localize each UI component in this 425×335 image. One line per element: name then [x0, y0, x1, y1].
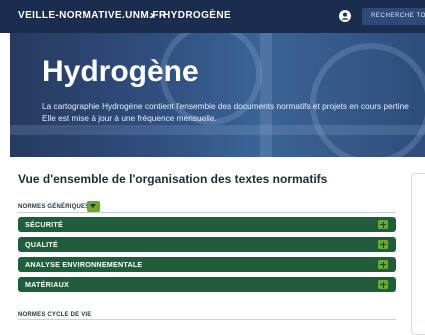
category-label: QUALITÉ: [25, 240, 58, 249]
group-label-lifecycle-standards: NORMES CYCLE DE VIE: [18, 312, 92, 318]
hero-description: La cartographie Hydrogène contient l'ens…: [42, 100, 425, 124]
hero-description-line: La cartographie Hydrogène contient l'ens…: [42, 101, 409, 111]
section-title: Vue d'ensemble de l'organisation des tex…: [18, 172, 328, 186]
group-label-generic-standards: NORMES GÉNÉRIQUES: [18, 204, 90, 210]
group-divider: [18, 212, 396, 213]
side-panel: [411, 173, 425, 335]
expand-plus-icon[interactable]: [378, 280, 388, 289]
expand-plus-icon[interactable]: [378, 260, 388, 269]
hero-background-pipe: [10, 125, 425, 135]
category-qualite[interactable]: QUALITÉ: [18, 237, 396, 252]
top-navbar: VEILLE-NORMATIVE.UNM.FR › HYDROGÈNE RECH…: [0, 0, 425, 33]
expand-plus-icon[interactable]: [378, 220, 388, 229]
hero-banner: Hydrogène La cartographie Hydrogène cont…: [10, 33, 425, 157]
category-label: ANALYSE ENVIRONNEMENTALE: [25, 260, 143, 269]
category-securite[interactable]: SÉCURITÉ: [18, 217, 396, 232]
collapse-toggle-button[interactable]: [87, 201, 100, 212]
category-label: SÉCURITÉ: [25, 220, 63, 229]
hero-background-pipe: [260, 33, 272, 157]
site-name-link[interactable]: VEILLE-NORMATIVE.UNM.FR: [18, 10, 166, 21]
user-account-icon[interactable]: [339, 10, 351, 22]
category-analyse-environnementale[interactable]: ANALYSE ENVIRONNEMENTALE: [18, 257, 396, 272]
category-materiaux[interactable]: MATÉRIAUX: [18, 277, 396, 292]
breadcrumb-current[interactable]: HYDROGÈNE: [163, 10, 231, 21]
category-label: MATÉRIAUX: [25, 280, 69, 289]
search-button[interactable]: RECHERCHE TO: [362, 8, 425, 25]
chevron-down-icon: [90, 204, 96, 208]
breadcrumb-separator: ›: [150, 8, 154, 22]
expand-plus-icon[interactable]: [378, 240, 388, 249]
hero-description-line: Elle est mise à jour à une fréquence men…: [42, 113, 217, 123]
page-title: Hydrogène: [42, 55, 199, 88]
